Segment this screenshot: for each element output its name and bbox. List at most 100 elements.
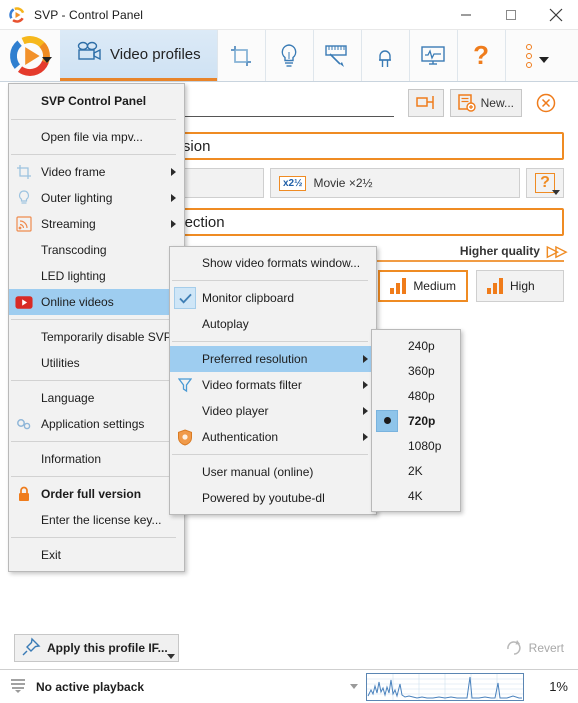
menu-label: Show video formats window... xyxy=(202,256,361,270)
movie-x2-5-button[interactable]: x2½ Movie ×2½ xyxy=(270,168,520,198)
menu-label: Order full version xyxy=(41,487,142,501)
minimize-button[interactable] xyxy=(443,0,488,30)
apply-profile-if-button[interactable]: Apply this profile IF... xyxy=(14,634,179,662)
video-frame-icon[interactable] xyxy=(216,30,265,81)
menu-item-online-videos[interactable]: Online videos xyxy=(9,289,184,315)
menu-item-res-480p[interactable]: 480p xyxy=(372,383,460,408)
apply-profile-label: Apply this profile IF... xyxy=(47,641,168,655)
menu-item-res-2k[interactable]: 2K xyxy=(372,458,460,483)
movie-more-caret-icon[interactable] xyxy=(552,190,560,195)
quality-high-label: High xyxy=(510,279,535,293)
radio-selected-icon xyxy=(376,409,398,432)
movie-more-button[interactable]: ? xyxy=(526,168,564,198)
delete-profile-button[interactable] xyxy=(528,89,564,117)
menu-item-authentication[interactable]: Authentication xyxy=(170,424,376,450)
menu-separator xyxy=(11,380,176,381)
playback-status-label: No active playback xyxy=(36,679,145,694)
copy-profile-button[interactable] xyxy=(407,89,444,117)
menu-item-led-lighting[interactable]: LED lighting xyxy=(9,263,184,289)
menu-item-video-frame[interactable]: Video frame xyxy=(9,159,184,185)
filter-icon xyxy=(176,376,194,394)
menu-item-user-manual[interactable]: User manual (online) xyxy=(170,459,376,485)
menu-label: Monitor clipboard xyxy=(202,291,295,305)
quality-medium-button[interactable]: Medium xyxy=(378,270,468,302)
monitor-stats-icon[interactable] xyxy=(408,30,457,81)
tab-label: Video profiles xyxy=(110,45,201,63)
menu-separator xyxy=(11,319,176,320)
movie-x2-5-label: Movie ×2½ xyxy=(313,176,373,190)
menu-item-monitor-clipboard[interactable]: Monitor clipboard xyxy=(170,285,376,311)
lock-icon xyxy=(15,485,33,503)
menu-item-preferred-resolution[interactable]: Preferred resolution xyxy=(170,346,376,372)
maximize-button[interactable] xyxy=(488,0,533,30)
chevron-right-icon xyxy=(171,168,176,176)
menu-item-res-240p[interactable]: 240p xyxy=(372,333,460,358)
menu-item-res-1080p[interactable]: 1080p xyxy=(372,433,460,458)
higher-quality-row: Higher quality ▷▷ xyxy=(459,242,567,260)
chevron-right-icon xyxy=(171,220,176,228)
led-icon[interactable] xyxy=(360,30,409,81)
menu-label: Online videos xyxy=(41,295,114,309)
menu-item-enter-license-key[interactable]: Enter the license key... xyxy=(9,507,184,533)
cpu-usage-graph xyxy=(366,672,524,701)
ruler-pen-icon[interactable] xyxy=(312,30,361,81)
menu-item-order-full-version[interactable]: Order full version xyxy=(9,481,184,507)
menu-item-outer-lighting[interactable]: Outer lighting xyxy=(9,185,184,211)
menu-item-powered-by-youtube-dl[interactable]: Powered by youtube-dl xyxy=(170,485,376,511)
new-profile-button[interactable]: New... xyxy=(449,89,522,117)
menu-label: Temporarily disable SVP xyxy=(41,330,172,344)
menu-item-temporarily-disable-svp[interactable]: Temporarily disable SVP xyxy=(9,324,184,350)
menu-item-res-720p[interactable]: 720p xyxy=(372,408,460,433)
main-toolbar: Video profiles ? xyxy=(0,30,578,82)
menu-label: Video player xyxy=(202,404,269,418)
menu-item-open-file-via-mpv[interactable]: Open file via mpv... xyxy=(9,124,184,150)
menu-item-information[interactable]: Information xyxy=(9,446,184,472)
menu-item-show-video-formats-window[interactable]: Show video formats window... xyxy=(170,250,376,276)
menu-item-video-player[interactable]: Video player xyxy=(170,398,376,424)
more-caret-icon[interactable] xyxy=(538,57,549,77)
quality-high-button[interactable]: High xyxy=(476,270,564,302)
menu-label: SVP Control Panel xyxy=(41,94,147,108)
status-caret-icon[interactable] xyxy=(350,684,358,689)
revert-button[interactable]: Revert xyxy=(505,638,564,659)
menu-label: Video frame xyxy=(41,165,106,179)
higher-quality-label: Higher quality xyxy=(459,244,540,258)
menu-item-streaming[interactable]: Streaming xyxy=(9,211,184,237)
bottom-action-bar: Apply this profile IF... Revert xyxy=(0,627,578,669)
lightbulb-icon[interactable] xyxy=(264,30,313,81)
menu-item-exit[interactable]: Exit xyxy=(9,542,184,568)
tab-video-profiles[interactable]: Video profiles xyxy=(60,30,217,81)
menu-item-video-formats-filter[interactable]: Video formats filter xyxy=(170,372,376,398)
svp-control-panel-window: SVP - Control Panel Video profiles ? New… xyxy=(0,0,578,703)
menu-item-autoplay[interactable]: Autoplay xyxy=(170,311,376,337)
menu-label: 720p xyxy=(408,413,436,428)
menu-item-language[interactable]: Language xyxy=(9,385,184,411)
pin-icon xyxy=(21,637,41,660)
menu-label: Powered by youtube-dl xyxy=(202,491,325,505)
new-profile-label: New... xyxy=(480,96,514,110)
help-icon[interactable]: ? xyxy=(456,30,505,81)
menu-item-application-settings[interactable]: Application settings xyxy=(9,411,184,437)
youtube-icon xyxy=(15,293,33,311)
menu-item-res-360p[interactable]: 360p xyxy=(372,358,460,383)
menu-label: Utilities xyxy=(41,356,80,370)
revert-arrow-icon xyxy=(505,638,523,659)
playback-list-icon xyxy=(10,677,28,696)
menu-separator xyxy=(11,476,176,477)
menu-item-utilities[interactable]: Utilities xyxy=(9,350,184,376)
logo-dropdown-caret-icon[interactable] xyxy=(42,57,52,77)
close-button[interactable] xyxy=(533,0,578,30)
chevron-right-icon xyxy=(171,194,176,202)
more-options-icon[interactable] xyxy=(504,30,553,81)
menu-item-svp-control-panel[interactable]: SVP Control Panel xyxy=(9,87,184,115)
apply-caret-icon[interactable] xyxy=(166,654,175,659)
movie-camera-icon xyxy=(76,41,102,67)
menu-item-res-4k[interactable]: 4K xyxy=(372,483,460,508)
menu-item-transcoding[interactable]: Transcoding xyxy=(9,237,184,263)
svp-logo-button[interactable] xyxy=(0,30,60,81)
menu-separator xyxy=(11,537,176,538)
preferred-resolution-submenu: 240p 360p 480p 720p 1080p 2K 4K xyxy=(371,329,461,512)
menu-separator xyxy=(172,454,368,455)
revert-label: Revert xyxy=(528,641,564,655)
chevron-right-icon xyxy=(363,407,368,415)
